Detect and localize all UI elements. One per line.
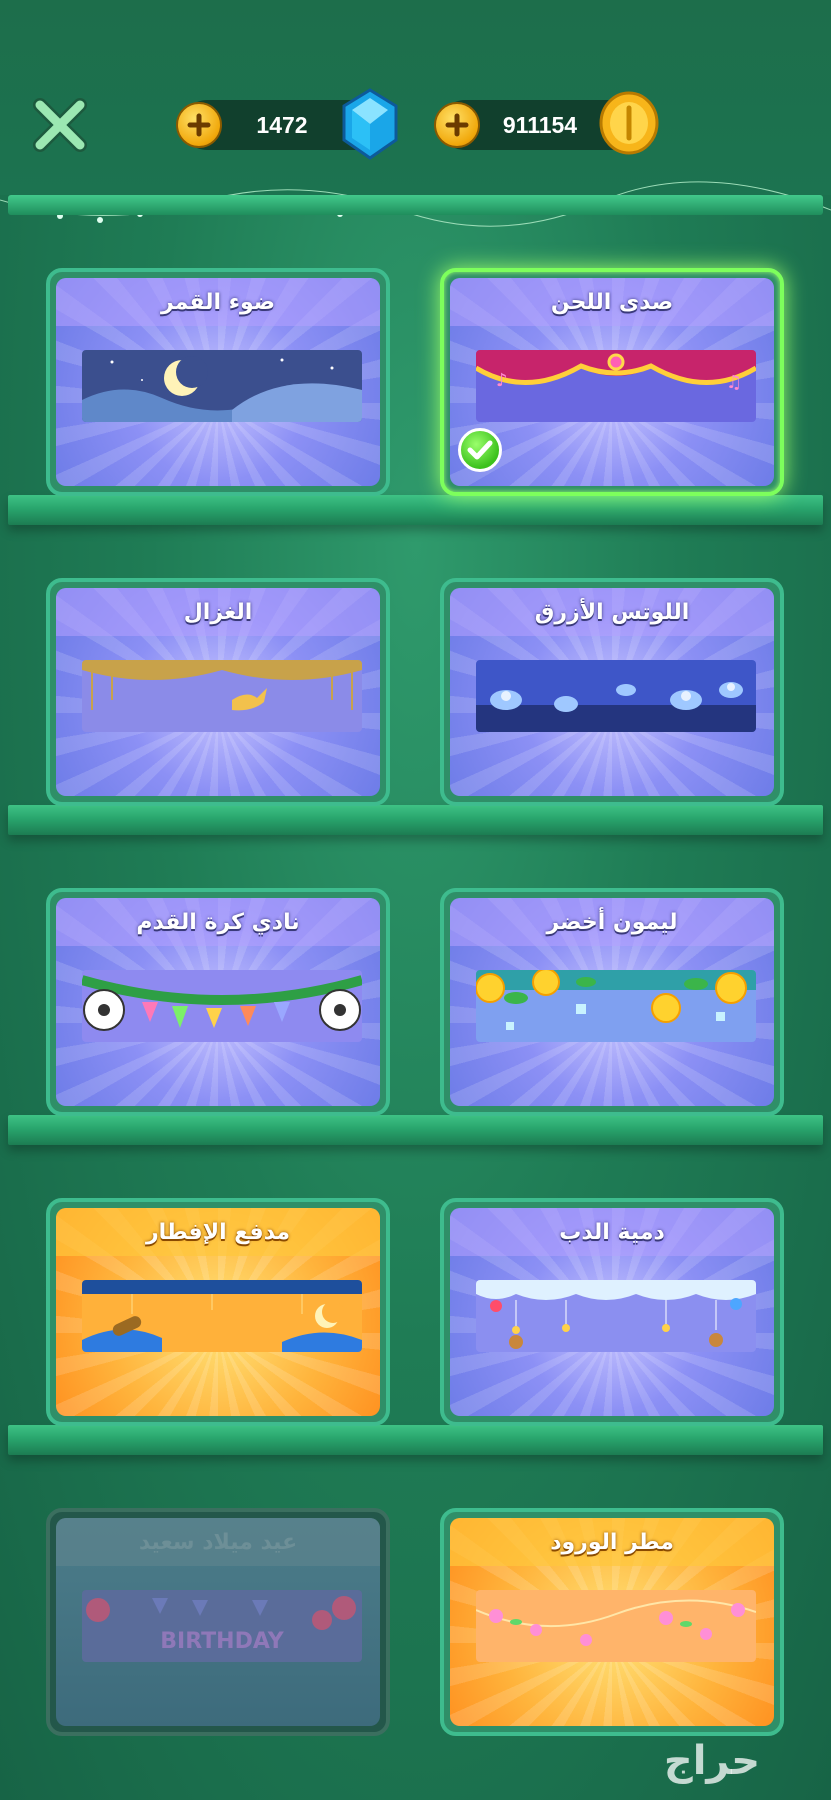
theme-card-melody-echo[interactable]: صدى اللحن ♪ ♫ [440,268,784,496]
plus-icon [187,113,211,137]
card-title: مدفع الإفطار [145,1219,291,1245]
card-title: ليمون أخضر [546,909,678,935]
add-gems-button[interactable] [176,102,222,148]
theme-card-blue-lotus[interactable]: اللوتس الأزرق [440,578,784,806]
theme-card-gazelle[interactable]: الغزال [46,578,390,806]
add-coins-button[interactable] [434,102,480,148]
shelf [8,495,823,525]
card-title: صدى اللحن [550,289,674,315]
theme-card-happy-birthday[interactable]: عيد ميلاد سعيد BIRTHDAY [46,1508,390,1736]
theme-card-green-lemon[interactable]: ليمون أخضر [440,888,784,1116]
top-shelf [8,195,823,215]
card-title: اللوتس الأزرق [534,599,690,625]
theme-card-football-club[interactable]: نادي كرة القدم [46,888,390,1116]
card-title: عيد ميلاد سعيد [138,1529,298,1555]
watermark-text: حراج [664,1738,760,1784]
moon-banner [82,350,362,422]
theme-card-teddy-bear[interactable]: دمية الدب [440,1198,784,1426]
card-title: دمية الدب [559,1219,665,1245]
teddy-banner [476,1280,756,1352]
theme-card-iftar-cannon[interactable]: مدفع الإفطار [46,1198,390,1426]
top-bar: 1472 911154 [0,0,831,195]
svg-text:♫: ♫ [726,372,742,393]
birthday-banner-text: BIRTHDAY [160,1629,285,1654]
string-lights [0,181,831,227]
gem-counter: 1472 [176,88,398,160]
coin-icon [599,91,659,155]
curtain-banner: ♪ ♫ [476,350,756,422]
card-title: ضوء القمر [160,289,276,315]
svg-text:♪: ♪ [496,370,508,391]
coin-count: 911154 [502,112,578,138]
coin-counter: 911154 [434,91,659,155]
shelf [8,1425,823,1455]
gem-icon [342,88,398,160]
cannon-banner [82,1280,362,1352]
lemon-banner [476,970,756,1042]
haraj-watermark: حراج [664,1738,760,1784]
theme-card-moonlight[interactable]: ضوء القمر [46,268,390,496]
birthday-banner: BIRTHDAY [82,1590,362,1662]
gem-count: 1472 [256,112,308,138]
shelf [8,1115,823,1145]
plus-icon [445,113,469,137]
theme-card-rose-rain[interactable]: مطر الورود [440,1508,784,1736]
card-title: مطر الورود [550,1529,674,1555]
football-banner [82,970,362,1042]
shelf [8,805,823,835]
card-title: الغزال [183,599,253,625]
selected-check-icon [458,428,502,472]
close-icon[interactable] [30,95,90,155]
card-title: نادي كرة القدم [136,909,300,935]
roses-banner [476,1590,756,1662]
lotus-banner [476,660,756,732]
deer-banner [82,660,362,732]
